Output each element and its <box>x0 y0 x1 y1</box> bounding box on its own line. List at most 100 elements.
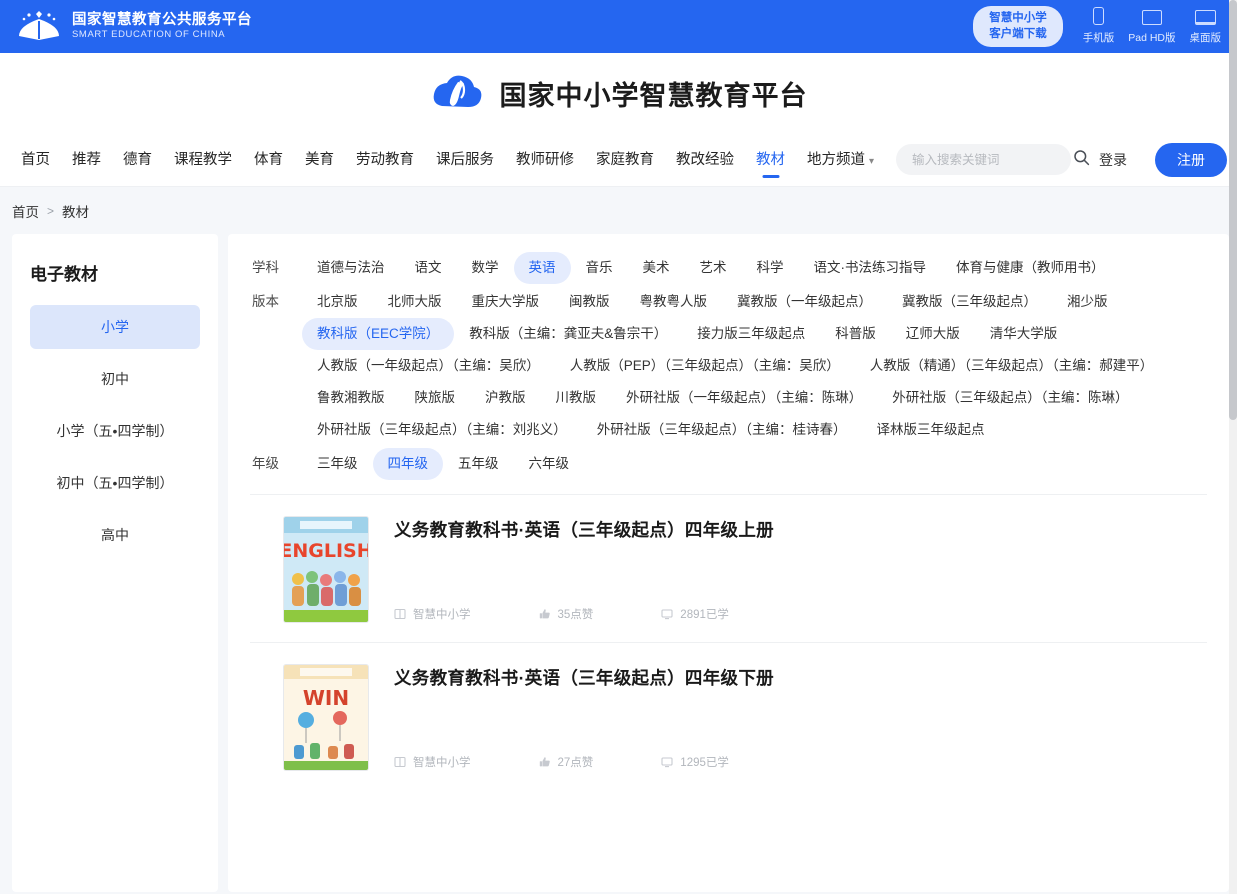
client-download-line2: 客户端下载 <box>989 27 1047 40</box>
book-meta: 智慧中小学 27点赞 1295已学 <box>394 754 1201 770</box>
chip-version-15[interactable]: 人教版（PEP）（三年级起点）（主编：吴欣） <box>555 350 855 382</box>
chip-subject-3[interactable]: 英语 <box>513 252 571 284</box>
national-emblem-icon <box>16 10 62 44</box>
sidebar-item-junior-54[interactable]: 初中（五•四学制） <box>30 461 200 505</box>
chip-subject-5[interactable]: 美术 <box>628 252 685 284</box>
tablet-icon <box>1141 9 1162 25</box>
book-title[interactable]: 义务教育教科书·英语（三年级起点）四年级下册 <box>394 665 1201 690</box>
book-likes-label: 27点赞 <box>557 757 594 769</box>
sidebar-item-primary-54[interactable]: 小学（五•四学制） <box>30 409 200 453</box>
nav-item-home[interactable]: 首页 <box>10 133 61 187</box>
chip-grade-0[interactable]: 三年级 <box>302 448 373 480</box>
book-list-item[interactable]: ENGLISH 义务教育教科书·英语（三年级起点）四年级上册 智慧中小学 35点… <box>250 494 1207 642</box>
sidebar-title: 电子教材 <box>30 265 98 284</box>
chip-version-20[interactable]: 川教版 <box>541 382 612 414</box>
chip-version-4[interactable]: 粤教粤人版 <box>625 286 723 318</box>
book-list-item[interactable]: WIN 义务教育教科书·英语（三年级起点）四年级下册 智慧中小学 27点赞 12… <box>250 642 1207 790</box>
nav-item-labor[interactable]: 劳动教育 <box>345 133 425 187</box>
filter-chips-grade: 三年级 四年级 五年级 六年级 <box>302 448 1207 480</box>
chip-version-0[interactable]: 北京版 <box>302 286 373 318</box>
device-label-desktop: 桌面版 <box>1189 31 1222 44</box>
book-cover-thumbnail[interactable]: ENGLISH <box>284 517 368 622</box>
sidebar: 电子教材 小学 初中 小学（五•四学制） 初中（五•四学制） 高中 <box>12 234 218 892</box>
chip-version-19[interactable]: 沪教版 <box>470 382 541 414</box>
chip-version-25[interactable]: 译林版三年级起点 <box>862 414 1000 446</box>
nav-item-recommend[interactable]: 推荐 <box>61 133 112 187</box>
site-logo-band: 国家中小学智慧教育平台 <box>0 53 1237 133</box>
chip-subject-0[interactable]: 道德与法治 <box>302 252 400 284</box>
chip-version-12[interactable]: 辽师大版 <box>891 318 975 350</box>
client-download-line1: 智慧中小学 <box>989 11 1047 24</box>
chip-subject-9[interactable]: 体育与健康（教师用书） <box>941 252 1120 284</box>
register-button[interactable]: 注册 <box>1155 142 1227 177</box>
chip-version-24[interactable]: 外研社版（三年级起点）（主编：桂诗春） <box>582 414 862 446</box>
nav-item-teacher[interactable]: 教师研修 <box>505 133 585 187</box>
chip-version-6[interactable]: 冀教版（三年级起点） <box>887 286 1052 318</box>
device-label-phone: 手机版 <box>1082 31 1115 44</box>
nav-item-moral[interactable]: 德育 <box>112 133 163 187</box>
device-link-pad[interactable]: Pad HD版 <box>1128 9 1176 45</box>
client-download-button[interactable]: 智慧中小学 客户端下载 <box>973 5 1063 48</box>
filter-label-subject: 学科 <box>252 260 279 275</box>
chip-version-11[interactable]: 科普版 <box>820 318 891 350</box>
chip-version-9[interactable]: 教科版（主编：龚亚夫&鲁宗干） <box>454 318 682 350</box>
chip-grade-2[interactable]: 五年级 <box>443 448 514 480</box>
search-box[interactable] <box>896 144 1090 175</box>
book-cover-thumbnail[interactable]: WIN <box>284 665 368 770</box>
nav-item-afterschool[interactable]: 课后服务 <box>425 133 505 187</box>
chip-version-22[interactable]: 外研社版（三年级起点）（主编：陈琳） <box>877 382 1143 414</box>
main-navigation: 首页 推荐 德育 课程教学 体育 美育 劳动教育 课后服务 教师研修 家庭教育 … <box>0 133 1237 187</box>
chip-version-5[interactable]: 冀教版（一年级起点） <box>722 286 887 318</box>
nav-item-textbook[interactable]: 教材 <box>745 133 796 187</box>
sidebar-item-senior[interactable]: 高中 <box>30 513 200 557</box>
breadcrumb-home[interactable]: 首页 <box>12 201 39 221</box>
book-source: 智慧中小学 <box>394 754 471 770</box>
thumb-up-icon <box>539 609 550 619</box>
sidebar-item-primary[interactable]: 小学 <box>30 305 200 349</box>
chip-version-23[interactable]: 外研社版（三年级起点）（主编：刘兆义） <box>302 414 582 446</box>
chip-subject-7[interactable]: 科学 <box>742 252 799 284</box>
search-input[interactable] <box>912 152 1073 167</box>
nav-item-sports[interactable]: 体育 <box>243 133 294 187</box>
chip-version-7[interactable]: 湘少版 <box>1052 286 1123 318</box>
chip-version-10[interactable]: 接力版三年级起点 <box>682 318 820 350</box>
nav-item-local-channel[interactable]: 地方频道 ▾ <box>796 133 885 187</box>
device-link-phone[interactable]: 手机版 <box>1082 6 1115 45</box>
sidebar-item-junior[interactable]: 初中 <box>30 357 200 401</box>
nav-item-curriculum[interactable]: 课程教学 <box>163 133 243 187</box>
login-button[interactable]: 登录 <box>1085 144 1141 176</box>
chip-version-13[interactable]: 清华大学版 <box>975 318 1073 350</box>
book-title[interactable]: 义务教育教科书·英语（三年级起点）四年级上册 <box>394 517 1201 542</box>
platform-brand[interactable]: 国家智慧教育公共服务平台 SMART EDUCATION OF CHINA <box>16 10 252 44</box>
chip-subject-2[interactable]: 数学 <box>457 252 514 284</box>
chip-subject-6[interactable]: 艺术 <box>685 252 742 284</box>
book-source: 智慧中小学 <box>394 606 471 622</box>
nav-item-arts[interactable]: 美育 <box>294 133 345 187</box>
scrollbar-thumb[interactable] <box>1229 0 1237 420</box>
chip-version-3[interactable]: 闽教版 <box>554 286 625 318</box>
chip-grade-1[interactable]: 四年级 <box>372 448 443 480</box>
chevron-down-icon: ▾ <box>869 155 875 167</box>
nav-item-reform[interactable]: 教改经验 <box>665 133 745 187</box>
chip-subject-1[interactable]: 语文 <box>400 252 457 284</box>
chip-version-16[interactable]: 人教版（精通）（三年级起点）（主编：郝建平） <box>855 350 1169 382</box>
chip-subject-4[interactable]: 音乐 <box>571 252 628 284</box>
book-icon <box>394 756 406 768</box>
chip-version-8[interactable]: 教科版（EEC学院） <box>302 318 455 350</box>
cloud-logo-icon <box>430 72 486 114</box>
page-scrollbar[interactable] <box>1229 0 1237 894</box>
chip-version-2[interactable]: 重庆大学版 <box>457 286 555 318</box>
nav-item-family[interactable]: 家庭教育 <box>585 133 665 187</box>
breadcrumb: 首页 > 教材 <box>0 187 1237 234</box>
chip-version-17[interactable]: 鲁教湘教版 <box>302 382 400 414</box>
device-link-desktop[interactable]: 桌面版 <box>1189 9 1222 45</box>
chip-subject-8[interactable]: 语文·书法练习指导 <box>799 252 942 284</box>
chip-version-1[interactable]: 北师大版 <box>373 286 457 318</box>
chip-version-21[interactable]: 外研社版（一年级起点）（主编：陈琳） <box>611 382 877 414</box>
chip-grade-3[interactable]: 六年级 <box>514 448 585 480</box>
svg-text:WIN: WIN <box>303 686 349 710</box>
desktop-icon <box>1194 9 1216 25</box>
chip-version-18[interactable]: 陕旅版 <box>400 382 471 414</box>
page-title: 国家中小学智慧教育平台 <box>499 80 808 111</box>
chip-version-14[interactable]: 人教版（一年级起点）（主编：吴欣） <box>302 350 555 382</box>
